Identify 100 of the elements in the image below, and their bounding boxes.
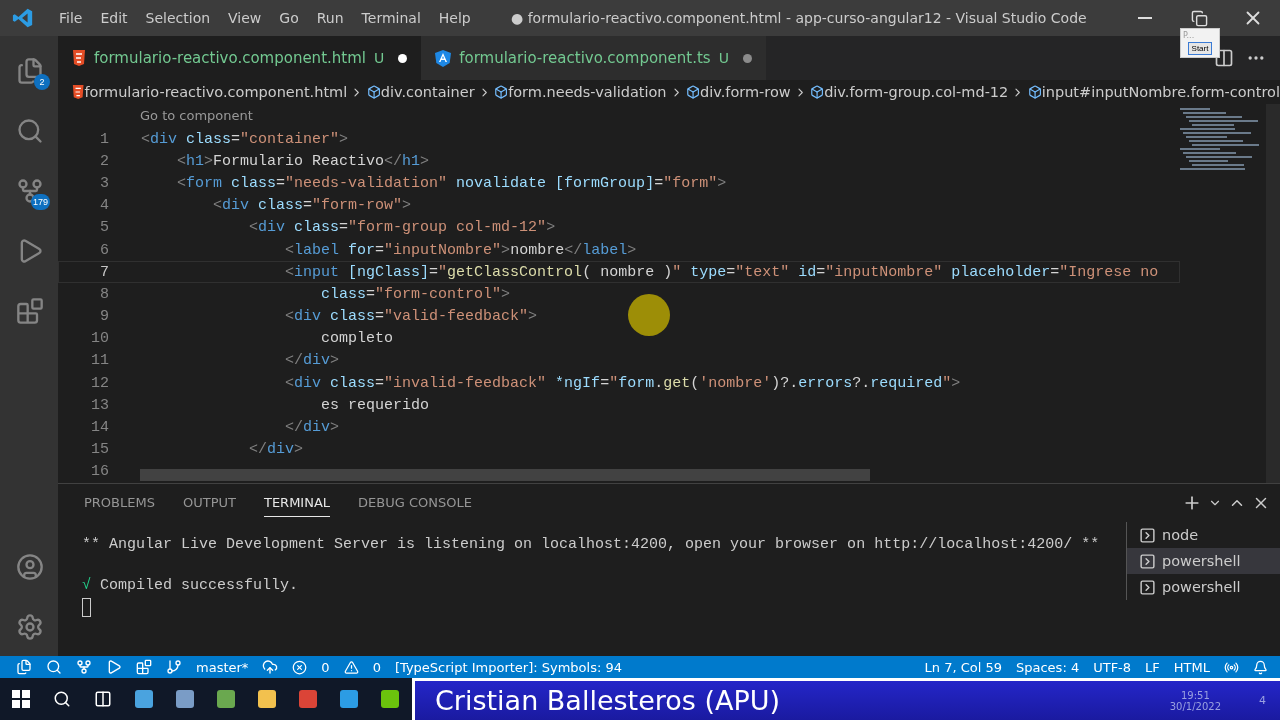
branch-status[interactable]: master* — [196, 659, 249, 675]
line-number: 7 — [99, 263, 110, 281]
status-item[interactable]: HTML — [1173, 659, 1210, 675]
panel-tab[interactable]: OUTPUT — [182, 489, 236, 517]
menu-item[interactable]: Run — [307, 10, 353, 26]
line-number: 14 — [90, 419, 110, 437]
menu-item[interactable]: File — [50, 10, 92, 26]
panel-tab[interactable]: TERMINAL — [263, 489, 331, 517]
git-status: U — [373, 50, 385, 66]
bell-icon[interactable] — [1253, 659, 1268, 675]
menu-item[interactable]: Go — [270, 10, 308, 26]
tab-label: formulario-reactivo.component.html — [94, 49, 366, 67]
line-number: 8 — [99, 285, 110, 303]
editor-tab[interactable]: formulario-reactivo.component.ts U — [421, 36, 766, 80]
terminal-item[interactable]: powershell — [1126, 574, 1280, 600]
line-number: 15 — [90, 441, 110, 459]
run-icon[interactable] — [106, 659, 122, 675]
files-button[interactable]: 2 — [0, 42, 58, 100]
terminal-line: √ Compiled successfully. — [82, 577, 300, 594]
count-badge: 2 — [34, 74, 50, 90]
code-text: <div class="form-group col-md-12"> — [248, 219, 556, 237]
line-number: 5 — [99, 219, 110, 237]
status-item[interactable]: UTF-8 — [1093, 659, 1132, 675]
code-text: <label for="inputNombre">nombre</label> — [284, 241, 637, 259]
vscode-logo-icon — [12, 7, 34, 29]
files-icon[interactable] — [16, 659, 32, 675]
line-number: 4 — [99, 197, 110, 215]
source-control-icon[interactable] — [76, 659, 92, 675]
panel-tab[interactable]: DEBUG CONSOLE — [358, 489, 472, 517]
code-text: <div class="invalid-feedback" *ngIf="form.get('nombre')?.errors?.required"> — [284, 374, 961, 392]
settings-icon — [16, 613, 44, 641]
cube-icon — [685, 84, 700, 100]
code-text: <input [ngClass]="getClassControl( nombre )" type="text" id="inputNombre" placeholder="Ingrese no — [284, 263, 1159, 281]
code-text: </div> — [248, 441, 304, 459]
error-icon — [292, 659, 308, 675]
editor-tab[interactable]: formulario-reactivo.component.html U — [58, 36, 422, 80]
html5-icon — [72, 50, 86, 66]
popup-title: P... — [1183, 31, 1195, 40]
terminal-icon — [1139, 578, 1156, 596]
menu-item[interactable]: View — [219, 10, 271, 26]
minimize-icon — [1138, 17, 1152, 19]
search-icon — [16, 117, 44, 145]
split-editor-icon[interactable] — [1214, 48, 1234, 68]
files-icon — [16, 57, 44, 85]
presenter-name: Cristian Ballesteros (APU) — [435, 685, 781, 716]
start-button[interactable]: Start — [1187, 42, 1213, 55]
terminal-cursor — [82, 598, 91, 617]
breadcrumb[interactable]: form.needs-validation — [508, 84, 667, 100]
code-text: <form class="needs-validation" novalidate [formGroup]="form"> — [176, 174, 727, 192]
clock-time: 19:51 — [1180, 689, 1210, 701]
cube-icon — [493, 84, 509, 100]
line-number: 2 — [99, 152, 110, 170]
line-number: 3 — [99, 174, 110, 192]
cursor-highlight — [628, 294, 670, 336]
line-number: 16 — [90, 463, 110, 481]
line-number: 11 — [90, 352, 110, 370]
codelens-link[interactable]: Go to component — [58, 104, 1180, 128]
panel-tab[interactable]: PROBLEMS — [84, 489, 155, 517]
code-text: class="form-control"> — [320, 285, 511, 303]
warning-count[interactable]: 0 — [372, 659, 381, 675]
cube-icon — [366, 84, 381, 100]
notification-count[interactable]: 4 — [1245, 694, 1280, 707]
restore-icon — [1190, 9, 1208, 27]
status-item[interactable]: Spaces: 4 — [1016, 659, 1080, 675]
git-status: U — [718, 50, 729, 66]
code-text: <div class="form-row"> — [212, 197, 412, 215]
account-icon — [16, 553, 44, 581]
menu-item[interactable]: Edit — [91, 10, 137, 26]
status-item[interactable]: Ln 7, Col 59 — [924, 659, 1002, 675]
code-text: <div class="container"> — [141, 130, 349, 148]
source-control-button[interactable]: 179 — [0, 162, 58, 220]
line-number: 13 — [90, 396, 110, 414]
line-number: 10 — [90, 330, 110, 348]
status-message: [TypeScript Importer]: Symbols: 94 — [394, 659, 622, 675]
tab-label: formulario-reactivo.component.ts — [459, 49, 711, 67]
breadcrumb[interactable]: formulario-reactivo.component.html — [84, 84, 348, 100]
breadcrumb[interactable]: input#inputNombre.form-control — [1041, 84, 1280, 100]
menu-item[interactable]: Help — [429, 10, 480, 26]
line-number: 12 — [90, 374, 110, 392]
error-count[interactable]: 0 — [321, 659, 330, 675]
html5-icon — [72, 84, 85, 100]
breadcrumb[interactable]: div.form-row — [700, 84, 791, 100]
breadcrumb[interactable]: div.form-group.col-md-12 — [824, 84, 1009, 100]
sync-icon[interactable] — [262, 659, 279, 675]
code-text: completo — [320, 330, 394, 348]
extensions-icon[interactable] — [136, 659, 152, 675]
warning-icon — [343, 659, 359, 675]
terminal-icon — [1139, 526, 1156, 544]
menu-item[interactable]: Terminal — [352, 10, 430, 26]
status-item[interactable]: LF — [1145, 659, 1160, 675]
menu-item[interactable]: Selection — [136, 10, 220, 26]
branch-icon — [166, 659, 182, 675]
line-number: 9 — [99, 308, 110, 326]
code-text: </div> — [284, 419, 340, 437]
code-text: <div class="valid-feedback"> — [284, 308, 538, 326]
terminal-line: ** Angular Live Development Server is listening on localhost:4200, open your browser on http://localhost:4200/ ** — [82, 536, 1101, 553]
cube-icon — [810, 84, 825, 100]
breadcrumb[interactable]: div.container — [380, 84, 475, 100]
terminal-item[interactable]: powershell — [1126, 548, 1280, 574]
clock-date: 30/1/2022 — [1169, 700, 1221, 712]
